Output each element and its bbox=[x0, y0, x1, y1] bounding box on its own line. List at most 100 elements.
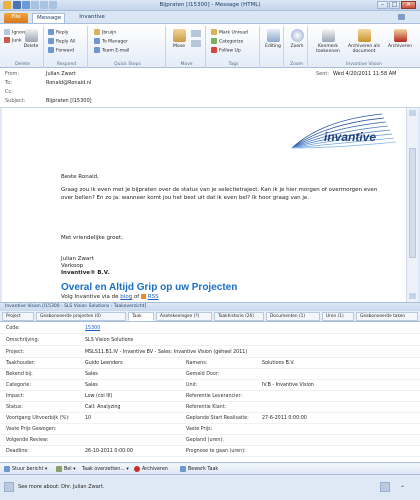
bewerk-taak-button[interactable]: Bewerk Taak bbox=[180, 465, 218, 474]
move-folder-icon bbox=[172, 29, 186, 42]
reply-all-icon bbox=[48, 38, 54, 44]
row-bekend: Bekend bij: Sales Gemeld Door: bbox=[0, 370, 420, 380]
close-button[interactable]: ✕ bbox=[401, 1, 416, 9]
move-group: Move Move bbox=[168, 26, 206, 68]
task-form: Code: 15300 Omschrijving: SLS Vision Sol… bbox=[0, 322, 420, 462]
ribbon: Ignore Junk Delete Delete Reply Reply Al… bbox=[0, 23, 420, 68]
forward-button[interactable]: Forward bbox=[48, 47, 74, 54]
help-icon[interactable] bbox=[398, 14, 405, 20]
flag-icon bbox=[211, 47, 217, 53]
forward-icon bbox=[48, 47, 54, 53]
slogan: Overal en Altijd Grip op uw Projecten bbox=[61, 282, 238, 293]
tab-aantekeningen[interactable]: Aantekeningen (?) bbox=[156, 312, 212, 321]
row-impact: Impact: Low (col III) Referentie Leveran… bbox=[0, 392, 420, 402]
tab-message[interactable]: Message bbox=[32, 13, 65, 23]
contact-photo-icon[interactable] bbox=[380, 482, 390, 492]
manager-icon bbox=[94, 38, 100, 44]
actions-icon[interactable] bbox=[191, 40, 201, 47]
row-voortgang: Voortgang Uitvoerbijk (%): 10 Geplande S… bbox=[0, 414, 420, 424]
row-review: Volgende Review: Gepland (uren): bbox=[0, 436, 420, 446]
tab-geabonneerde-projecten[interactable]: Geabonneerde projecten (0) bbox=[36, 312, 126, 321]
minimize-button[interactable]: – bbox=[377, 1, 388, 9]
categorize-button[interactable]: Categorize bbox=[211, 38, 243, 45]
rss-link[interactable]: RSS bbox=[148, 294, 159, 300]
envelope-icon bbox=[4, 465, 10, 472]
tab-uren[interactable]: Uren (1) bbox=[322, 312, 354, 321]
ribbon-tabs: File Message Invantive Vision bbox=[0, 11, 420, 29]
tab-geabonneerde-taken[interactable]: Geabonneerde taken bbox=[356, 312, 418, 321]
avatar[interactable] bbox=[4, 482, 14, 492]
rules-icon[interactable] bbox=[191, 30, 201, 37]
subject-value: Bijpraten [I15300] bbox=[46, 98, 92, 104]
archive-as-document-button[interactable]: Archiveren als document bbox=[346, 29, 382, 54]
bel-button[interactable]: Bel ▾ bbox=[56, 465, 76, 474]
reply-all-button[interactable]: Reply All bbox=[48, 38, 75, 45]
tags-group-label: Tags bbox=[228, 62, 239, 67]
from-value[interactable]: Julian Zwart bbox=[46, 71, 76, 77]
move-group-label: Move bbox=[180, 62, 193, 67]
zoom-group-label: Zoom bbox=[290, 62, 303, 67]
team-email-icon bbox=[94, 47, 100, 53]
maximize-button[interactable]: □ bbox=[389, 1, 400, 9]
quick-step-3[interactable]: Team E-mail bbox=[94, 47, 129, 54]
invantive-vision-group: Kenmerk toekennen Archiveren als documen… bbox=[310, 26, 418, 68]
tab-project[interactable]: Project bbox=[2, 312, 34, 321]
stuur-bericht-button[interactable]: Stuur bericht ▾ bbox=[4, 465, 47, 474]
edit-icon bbox=[180, 465, 186, 472]
invantive-logo-text: invantive bbox=[324, 130, 377, 144]
quick-step-2[interactable]: To Manager bbox=[94, 38, 128, 45]
reply-button[interactable]: Reply bbox=[48, 29, 68, 36]
tab-documenten[interactable]: Documenten (1) bbox=[266, 312, 320, 321]
row-categorie: Categorie: Sales Unit: IV.B - Invantive … bbox=[0, 381, 420, 391]
tag-icon bbox=[321, 29, 335, 42]
kenmerk-toekennen-button[interactable]: Kenmerk toekennen bbox=[311, 29, 345, 54]
delete-icon bbox=[24, 29, 38, 42]
see-more-about-text[interactable]: See more about: Dhr. Julian Zwart. bbox=[18, 484, 104, 490]
scroll-thumb[interactable] bbox=[409, 148, 416, 258]
task-action-bar: Stuur bericht ▾ Bel ▾ Taak overzetten...… bbox=[0, 462, 420, 475]
follow-up-button[interactable]: Follow Up bbox=[211, 47, 241, 54]
vision-pane-title: Invantive Vision [I15300 - SLS Vision So… bbox=[0, 302, 420, 311]
mark-unread-button[interactable]: Mark Unread bbox=[211, 29, 248, 36]
zoom-button[interactable]: Zoom bbox=[288, 29, 306, 49]
editing-button[interactable]: Editing bbox=[264, 29, 282, 49]
follow-line: Volg Invantive via de blog of RSS bbox=[61, 294, 159, 300]
archive-icon bbox=[393, 29, 407, 42]
code-link[interactable]: 15300 bbox=[85, 326, 100, 331]
to-value[interactable]: Ronald@Ronald.nl bbox=[46, 80, 91, 86]
taak-overzetten-button[interactable]: Taak overzetten... ▾ bbox=[82, 465, 129, 474]
tab-invantive-vision[interactable]: Invantive Vision bbox=[67, 13, 117, 29]
scroll-up-icon[interactable] bbox=[409, 110, 416, 116]
ignore-icon bbox=[4, 29, 10, 35]
greeting: Beste Ronald, bbox=[61, 174, 99, 180]
subject-label: Subject: bbox=[5, 98, 26, 104]
sent-label: Sent: bbox=[316, 71, 330, 77]
quick-step-1[interactable]: Jbruijn bbox=[94, 29, 116, 36]
row-status: Status: Call: Analyzing Referentie Klant… bbox=[0, 403, 420, 413]
cc-label: Cc: bbox=[5, 89, 13, 95]
expand-people-pane-icon[interactable]: ⌃ bbox=[400, 485, 405, 492]
move-button[interactable]: Move bbox=[171, 29, 187, 49]
quick-step-icon bbox=[94, 29, 100, 35]
phone-icon bbox=[56, 465, 62, 472]
blog-link[interactable]: blog bbox=[120, 294, 132, 300]
tab-file[interactable]: File bbox=[4, 13, 28, 23]
message-body: invantive Beste Ronald, Graag zou ik eve… bbox=[2, 108, 406, 302]
delete-group-label: Delete bbox=[15, 62, 30, 67]
respond-group: Reply Reply All Forward Respond bbox=[46, 26, 88, 68]
body-scrollbar[interactable] bbox=[406, 108, 418, 302]
archive-button[interactable]: Archiveren bbox=[383, 29, 417, 49]
quick-steps-group: Jbruijn To Manager Team E-mail Quick Ste… bbox=[90, 26, 166, 68]
envelope-icon bbox=[211, 29, 217, 35]
junk-button[interactable]: Junk bbox=[4, 37, 22, 44]
zoom-group: Zoom Zoom bbox=[286, 26, 308, 68]
row-vaste-prijs: Vaste Prijs Gewogen: Vaste Prijs: bbox=[0, 425, 420, 435]
categorize-icon bbox=[211, 38, 217, 44]
scroll-down-icon[interactable] bbox=[409, 293, 416, 299]
reply-icon bbox=[48, 29, 54, 35]
row-deadline: Deadline: 26-10-2011 0:00:00 Prognose te… bbox=[0, 447, 420, 457]
tab-taakhistorie[interactable]: Taakhistorie (26) bbox=[214, 312, 264, 321]
tab-taak[interactable]: Taak bbox=[128, 312, 154, 321]
delete-button[interactable]: Delete bbox=[20, 29, 42, 49]
archiveren-button[interactable]: Archiveren bbox=[134, 465, 168, 474]
